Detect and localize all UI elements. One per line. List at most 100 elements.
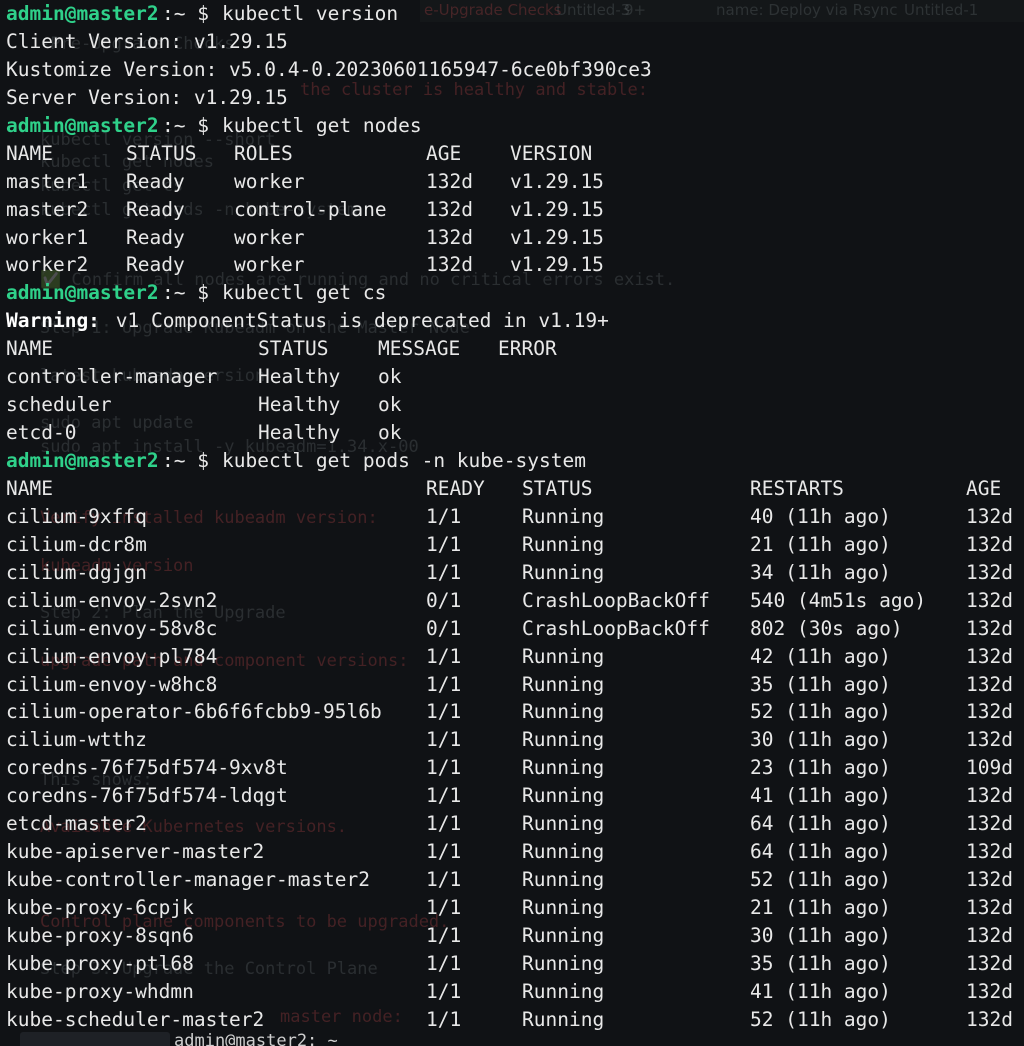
prompt-path: :~ $ (162, 2, 209, 25)
pod-status: CrashLoopBackOff (522, 588, 710, 612)
pod-restarts: 802 (30s ago) (750, 616, 903, 640)
table-row: kube-proxy-ptl68 1/1 Running 35 (11h ago) 13… (0, 950, 1024, 978)
table-row: worker1 Ready worker 132d v1.29.15 (0, 224, 1024, 252)
pod-name: cilium-envoy-w8hc8 (6, 672, 218, 696)
table-row: cilium-envoy-2svn2 0/1 CrashLoopBackOff 540… (0, 587, 1024, 615)
pod-name: kube-proxy-ptl68 (6, 951, 194, 975)
table-row: kube-proxy-8sqn6 1/1 Running 30 (11h ago) 13… (0, 922, 1024, 950)
pod-status: Running (522, 504, 605, 528)
component-status: Healthy (258, 421, 341, 445)
table-row: cilium-dgjgn 1/1 Running 34 (11h ago) 132d (0, 559, 1024, 587)
column-header: AGE (966, 476, 1002, 500)
pod-ready: 1/1 (426, 700, 462, 724)
pod-name: kube-proxy-whdmn (6, 979, 194, 1003)
prompt-user: admin@master2 (6, 113, 159, 137)
pod-age: 132d (966, 532, 1013, 556)
pod-status: Running (522, 560, 605, 584)
node-age: 132d (426, 225, 473, 249)
pod-age: 132d (966, 560, 1013, 584)
pod-name: cilium-envoy-2svn2 (6, 588, 218, 612)
terminal-window[interactable]: e-Upgrade Checks Untitled-3 9+ name: Dep… (0, 0, 1024, 1046)
pod-age: 132d (966, 923, 1013, 947)
output-line: Server Version: v1.29.15 (0, 84, 1024, 112)
pod-ready: 1/1 (426, 672, 462, 696)
node-name: worker1 (6, 225, 89, 249)
component-message: ok (378, 393, 402, 417)
node-status: Ready (126, 253, 185, 277)
warning-line: Warning: v1 ComponentStatus is deprecate… (0, 307, 1024, 335)
prompt-line: admin@master2 :~ $ kubectl get nodes (0, 112, 1024, 140)
column-header: VERSION (510, 141, 593, 165)
terminal-tab[interactable] (20, 1032, 170, 1046)
table-row: kube-proxy-6cpjk 1/1 Running 21 (11h ago) 13… (0, 894, 1024, 922)
pods-table-body: cilium-9xffq 1/1 Running 40 (11h ago) 132d ci… (0, 503, 1024, 1034)
pod-restarts: 64 (11h ago) (750, 812, 891, 836)
table-row: controller-manager Healthy ok (0, 363, 1024, 391)
pod-age: 132d (966, 784, 1013, 808)
output-line: Client Version: v1.29.15 (0, 28, 1024, 56)
node-name: master2 (6, 197, 89, 221)
prompt-line: admin@master2 :~ $ kubectl version (0, 0, 1024, 28)
pod-restarts: 23 (11h ago) (750, 756, 891, 780)
pod-status: Running (522, 812, 605, 836)
pod-age: 132d (966, 672, 1013, 696)
pod-age: 132d (966, 728, 1013, 752)
column-header: ROLES (234, 141, 293, 165)
column-header: NAME (6, 141, 53, 165)
pod-status: Running (522, 923, 605, 947)
node-roles: control-plane (234, 197, 387, 221)
pod-name: cilium-9xffq (6, 504, 147, 528)
prompt-line: admin@master2 :~ $ kubectl get pods -n k… (0, 447, 1024, 475)
prompt-user: admin@master2 (6, 281, 159, 305)
column-header: STATUS (522, 476, 593, 500)
component-message: ok (378, 365, 402, 389)
command-text: kubectl get nodes (222, 113, 422, 137)
column-header: AGE (426, 141, 462, 165)
pod-restarts: 40 (11h ago) (750, 504, 891, 528)
component-name: controller-manager (6, 365, 218, 389)
pod-status: Running (522, 896, 605, 919)
pod-restarts: 42 (11h ago) (750, 644, 891, 668)
table-row: kube-apiserver-master2 1/1 Running 64 (11h … (0, 838, 1024, 866)
pod-ready: 0/1 (426, 588, 462, 612)
pod-age: 132d (966, 979, 1013, 1003)
pod-name: cilium-wtthz (6, 728, 147, 752)
pod-age: 132d (966, 504, 1013, 528)
pod-ready: 1/1 (426, 840, 462, 864)
pod-ready: 1/1 (426, 812, 462, 836)
pod-age: 132d (966, 588, 1013, 612)
table-row: cilium-envoy-58v8c 0/1 CrashLoopBackOff 802… (0, 615, 1024, 643)
prompt-user: admin@master2 (6, 449, 159, 472)
pod-name: kube-proxy-6cpjk (6, 896, 194, 919)
node-roles: worker (234, 225, 305, 249)
pod-name: cilium-envoy-pl784 (6, 644, 218, 668)
node-status: Ready (126, 169, 185, 193)
pod-name: kube-apiserver-master2 (6, 840, 265, 864)
component-status: Healthy (258, 365, 341, 389)
node-age: 132d (426, 169, 473, 193)
terminal-output: admin@master2 :~ $ kubectl version Clien… (0, 0, 1024, 1034)
pod-name: kube-controller-manager-master2 (6, 868, 370, 892)
nodes-header: NAME STATUS ROLES AGE VERSION (0, 140, 1024, 168)
table-row: kube-controller-manager-master2 1/1 Runnin… (0, 866, 1024, 894)
table-row: master1 Ready worker 132d v1.29.15 (0, 168, 1024, 196)
pod-restarts: 34 (11h ago) (750, 560, 891, 584)
node-name: worker2 (6, 253, 89, 277)
table-row: cilium-operator-6b6f6fcbb9-95l6b 1/1 Runni… (0, 698, 1024, 726)
pod-status: Running (522, 868, 605, 892)
server-version: Server Version: v1.29.15 (6, 85, 288, 109)
pod-name: coredns-76f75df574-ldqgt (6, 784, 288, 808)
pod-restarts: 21 (11h ago) (750, 896, 891, 919)
column-header: NAME (6, 337, 53, 361)
pod-ready: 1/1 (426, 644, 462, 668)
node-version: v1.29.15 (510, 253, 604, 277)
table-row: worker2 Ready worker 132d v1.29.15 (0, 251, 1024, 279)
table-row: coredns-76f75df574-9xv8t 1/1 Running 23 (11… (0, 754, 1024, 782)
pod-ready: 0/1 (426, 616, 462, 640)
pod-status: Running (522, 784, 605, 808)
column-header: STATUS (258, 337, 329, 361)
pod-ready: 1/1 (426, 728, 462, 752)
table-row: cilium-envoy-pl784 1/1 Running 42 (11h ago)… (0, 643, 1024, 671)
warning-text: v1 ComponentStatus is deprecated in v1.1… (104, 309, 609, 333)
node-status: Ready (126, 225, 185, 249)
